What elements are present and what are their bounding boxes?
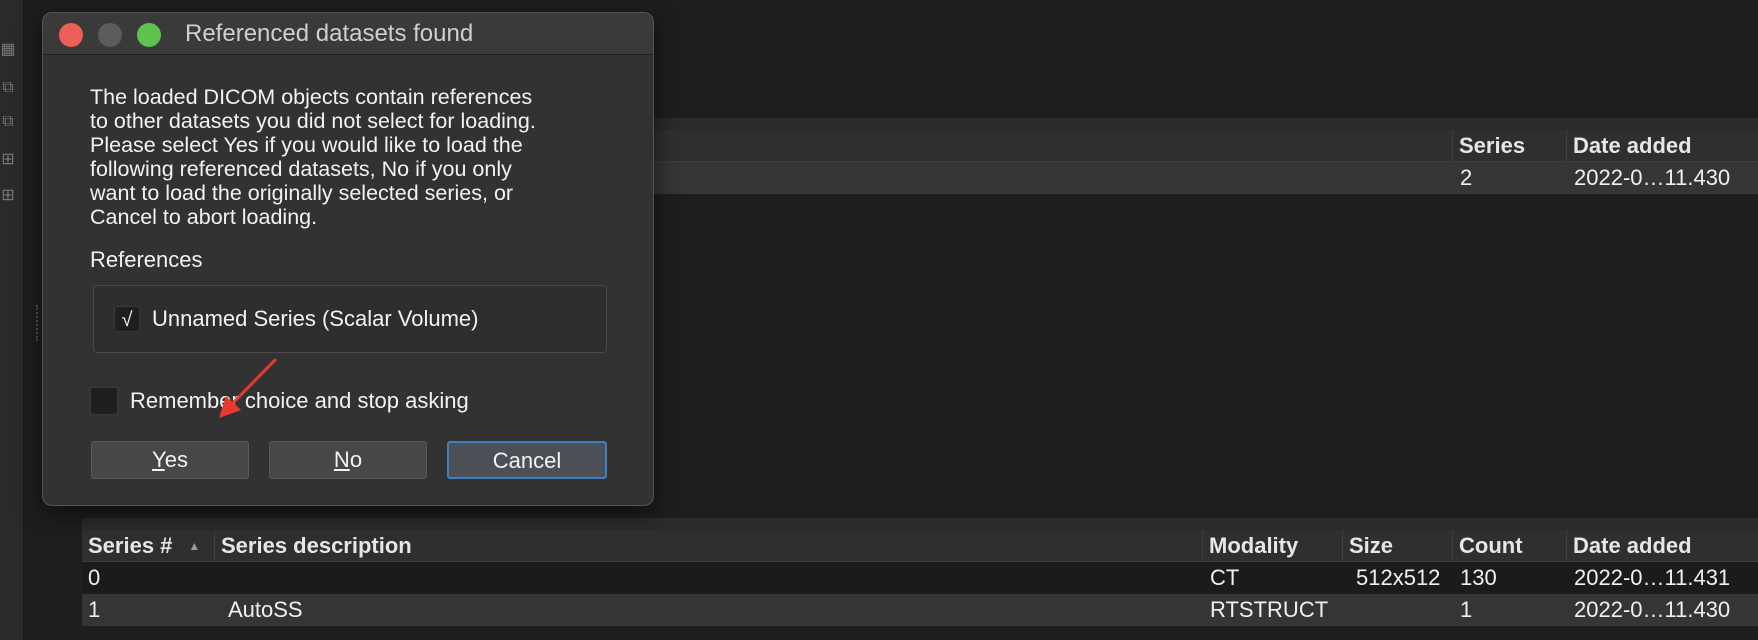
message-line: want to load the originally selected ser… bbox=[90, 181, 514, 205]
column-header-date-added[interactable]: Date added bbox=[1566, 530, 1758, 562]
remember-choice-option[interactable]: Remember choice and stop asking bbox=[90, 386, 469, 416]
references-group: √ Unnamed Series (Scalar Volume) bbox=[93, 285, 607, 353]
dialog-message: The loaded DICOM objects contain referen… bbox=[90, 85, 630, 229]
series-table: Series # ▲ Series description Modality Si… bbox=[82, 530, 1758, 640]
column-header-count[interactable]: Count bbox=[1452, 530, 1566, 562]
count-cell: 1 bbox=[1460, 597, 1473, 622]
column-header-series[interactable]: Series bbox=[1452, 130, 1566, 162]
button-label: es bbox=[164, 447, 188, 472]
zoom-window-button[interactable] bbox=[137, 23, 161, 47]
column-header-series-description[interactable]: Series description bbox=[214, 530, 1202, 562]
copy-icon[interactable]: ⧉ bbox=[0, 112, 16, 132]
size-cell bbox=[1350, 594, 1356, 626]
column-header-size[interactable]: Size bbox=[1342, 530, 1452, 562]
application-window: ▦ ⧉ ⧉ ⊞ ⊞ Series Date added 2 2022-0…11.… bbox=[0, 0, 1758, 640]
reference-item[interactable]: √ Unnamed Series (Scalar Volume) bbox=[114, 302, 478, 336]
column-header-label: Series # bbox=[88, 533, 173, 558]
size-cell: 512x512 bbox=[1356, 565, 1441, 590]
series-count-cell: 2 bbox=[1460, 165, 1473, 190]
message-line: Cancel to abort loading. bbox=[90, 205, 318, 229]
count-cell: 130 bbox=[1460, 565, 1497, 590]
message-line: following referenced datasets, No if you… bbox=[90, 157, 512, 181]
cancel-button[interactable]: Cancel bbox=[447, 441, 607, 479]
table-row[interactable]: 1 AutoSS RTSTRUCT 1 2022-0…11.430 bbox=[82, 594, 1758, 626]
references-label: References bbox=[90, 247, 203, 272]
series-description-cell: AutoSS bbox=[228, 597, 303, 622]
copy-icon[interactable]: ⧉ bbox=[0, 78, 16, 98]
minimize-window-button[interactable] bbox=[98, 23, 122, 47]
reference-label: Unnamed Series (Scalar Volume) bbox=[152, 306, 479, 331]
column-header-series-number[interactable]: Series # ▲ bbox=[82, 530, 214, 562]
mnemonic-letter: N bbox=[333, 447, 350, 472]
date-added-cell: 2022-0…11.430 bbox=[1574, 165, 1731, 190]
button-label: o bbox=[349, 447, 363, 472]
message-line: The loaded DICOM objects contain referen… bbox=[90, 85, 533, 109]
reference-checkbox[interactable]: √ bbox=[114, 306, 140, 332]
panel-separator bbox=[82, 518, 1758, 530]
date-added-cell: 2022-0…11.430 bbox=[1574, 597, 1731, 622]
date-added-cell: 2022-0…11.431 bbox=[1574, 565, 1731, 590]
referenced-datasets-dialog: Referenced datasets found The loaded DIC… bbox=[42, 12, 654, 506]
mnemonic-letter: Y bbox=[152, 447, 165, 472]
table-icon[interactable]: ⊞ bbox=[0, 150, 16, 170]
left-toolbar: ▦ ⧉ ⧉ ⊞ ⊞ bbox=[0, 0, 24, 640]
series-number-cell: 0 bbox=[88, 565, 101, 590]
remember-choice-checkbox[interactable] bbox=[90, 387, 118, 415]
modality-cell: RTSTRUCT bbox=[1210, 597, 1329, 622]
modality-cell: CT bbox=[1210, 565, 1240, 590]
dialog-title: Referenced datasets found bbox=[185, 20, 474, 47]
message-line: to other datasets you did not select for… bbox=[90, 109, 536, 133]
column-header-modality[interactable]: Modality bbox=[1202, 530, 1342, 562]
close-window-button[interactable] bbox=[59, 23, 83, 47]
column-header-date-added[interactable]: Date added bbox=[1566, 130, 1758, 162]
remember-choice-label: Remember choice and stop asking bbox=[130, 388, 469, 413]
table-icon[interactable]: ⊞ bbox=[0, 186, 16, 206]
table-row[interactable]: 0 CT 512x512 130 2022-0…11.431 bbox=[82, 562, 1758, 594]
series-description-cell bbox=[222, 562, 228, 594]
dialog-titlebar[interactable]: Referenced datasets found bbox=[43, 13, 653, 55]
series-table-header: Series # ▲ Series description Modality Si… bbox=[82, 530, 1758, 562]
message-line: Please select Yes if you would like to l… bbox=[90, 133, 523, 157]
yes-button[interactable]: Yes bbox=[91, 441, 249, 479]
grid-icon[interactable]: ▦ bbox=[0, 40, 16, 60]
sort-ascending-icon: ▲ bbox=[188, 539, 201, 553]
series-number-cell: 1 bbox=[88, 597, 101, 622]
no-button[interactable]: No bbox=[269, 441, 427, 479]
